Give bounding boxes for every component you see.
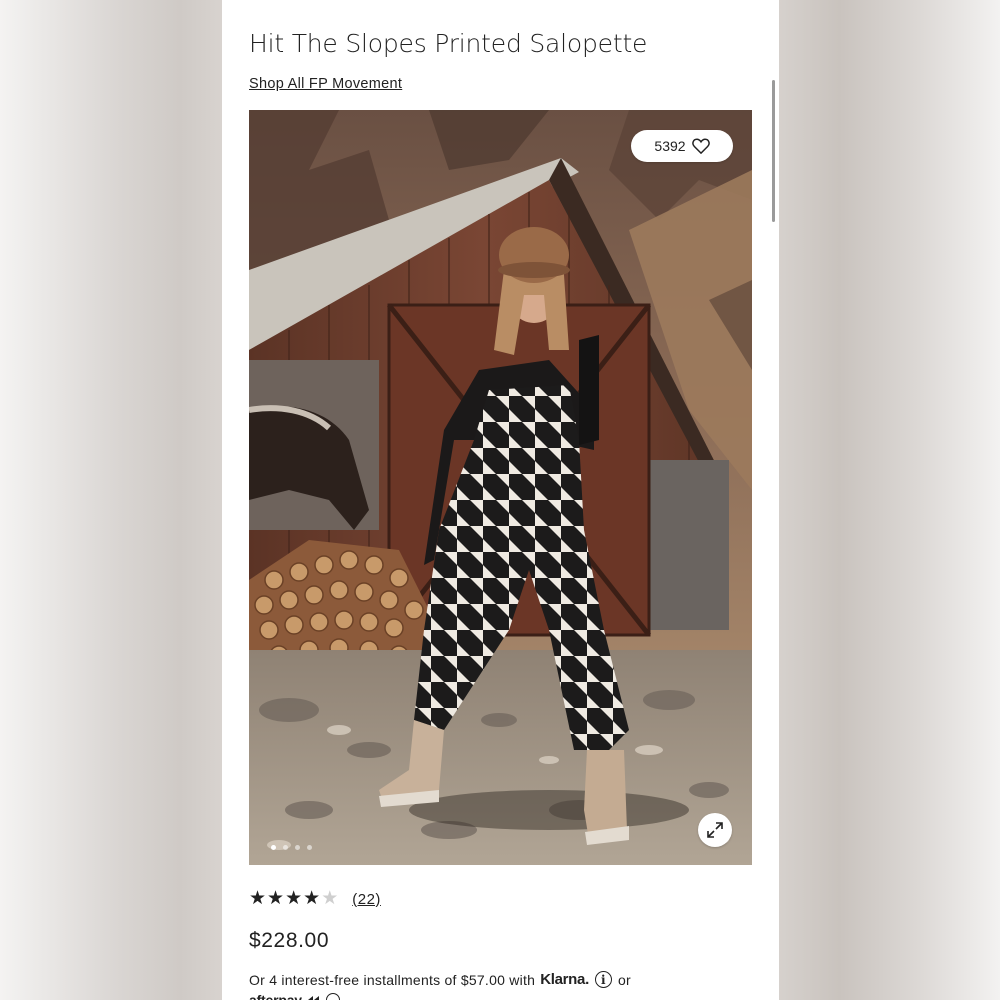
favorite-count: 5392 xyxy=(654,138,686,154)
product-price: $228.00 xyxy=(249,929,330,952)
star-empty-icon: ★ xyxy=(321,888,339,909)
product-image[interactable]: 5392 xyxy=(249,110,752,865)
star-icon: ★ xyxy=(285,888,303,909)
klarna-logo: Klarna. xyxy=(540,971,589,988)
star-icon: ★ xyxy=(267,888,285,909)
carousel-dot[interactable] xyxy=(283,845,288,850)
rating-row: ★ ★ ★ ★ ★ (22) xyxy=(249,889,381,909)
carousel-dot[interactable] xyxy=(271,845,276,850)
heart-icon xyxy=(691,138,710,154)
carousel-dot[interactable] xyxy=(295,845,300,850)
product-title: Hit The Slopes Printed Salopette xyxy=(249,29,648,58)
carousel-dot[interactable] xyxy=(307,845,312,850)
shop-all-link[interactable]: Shop All FP Movement xyxy=(249,76,402,92)
background-right xyxy=(779,0,1000,1000)
star-icon: ★ xyxy=(303,888,321,909)
expand-button[interactable] xyxy=(698,813,732,847)
installment-info: Or 4 interest-free installments of $57.0… xyxy=(249,971,631,988)
star-icon: ★ xyxy=(249,888,267,909)
product-page: Hit The Slopes Printed Salopette Shop Al… xyxy=(222,0,779,1000)
scrollbar[interactable] xyxy=(772,80,775,222)
info-icon[interactable]: i xyxy=(594,971,612,988)
afterpay-info-icon[interactable] xyxy=(325,993,340,1000)
installment-text: Or 4 interest-free installments of $57.0… xyxy=(249,971,536,988)
afterpay-row: afterpay xyxy=(249,992,340,1000)
or-text: or xyxy=(617,971,631,988)
review-count-link[interactable]: (22) xyxy=(352,891,381,908)
expand-icon xyxy=(707,822,723,838)
favorite-button[interactable]: 5392 xyxy=(631,130,733,162)
product-photo xyxy=(249,110,752,865)
afterpay-icon xyxy=(307,996,319,1000)
afterpay-logo-text: afterpay xyxy=(249,992,302,1000)
carousel-dots xyxy=(271,845,312,850)
star-rating: ★ ★ ★ ★ ★ xyxy=(249,889,338,909)
